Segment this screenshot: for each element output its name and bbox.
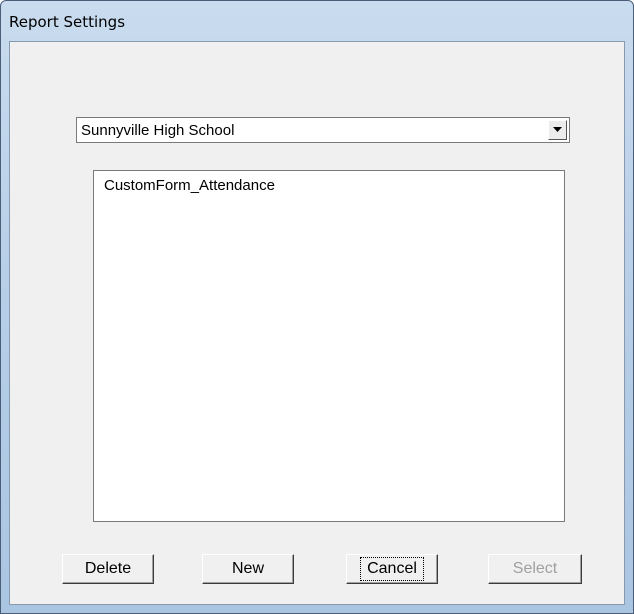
select-button-label: Select: [512, 560, 558, 577]
report-settings-window: Report Settings Sunnyville High School C…: [0, 0, 634, 614]
delete-button-label: Delete: [84, 560, 132, 577]
dialog-client-area: Sunnyville High School CustomForm_Attend…: [9, 41, 625, 605]
school-dropdown-value: Sunnyville High School: [81, 122, 235, 139]
new-button[interactable]: New: [202, 554, 294, 584]
list-item[interactable]: CustomForm_Attendance: [104, 177, 275, 194]
cancel-button-label: Cancel: [360, 557, 424, 581]
delete-button[interactable]: Delete: [62, 554, 154, 584]
window-title: Report Settings: [9, 13, 126, 31]
select-button[interactable]: Select: [488, 554, 582, 584]
new-button-label: New: [231, 560, 264, 577]
cancel-button[interactable]: Cancel: [346, 554, 438, 584]
dropdown-arrow-button[interactable]: [548, 120, 567, 140]
forms-listbox[interactable]: CustomForm_Attendance: [93, 170, 565, 522]
school-dropdown[interactable]: Sunnyville High School: [76, 117, 570, 143]
chevron-down-icon: [553, 127, 562, 132]
title-bar[interactable]: Report Settings: [1, 1, 633, 41]
